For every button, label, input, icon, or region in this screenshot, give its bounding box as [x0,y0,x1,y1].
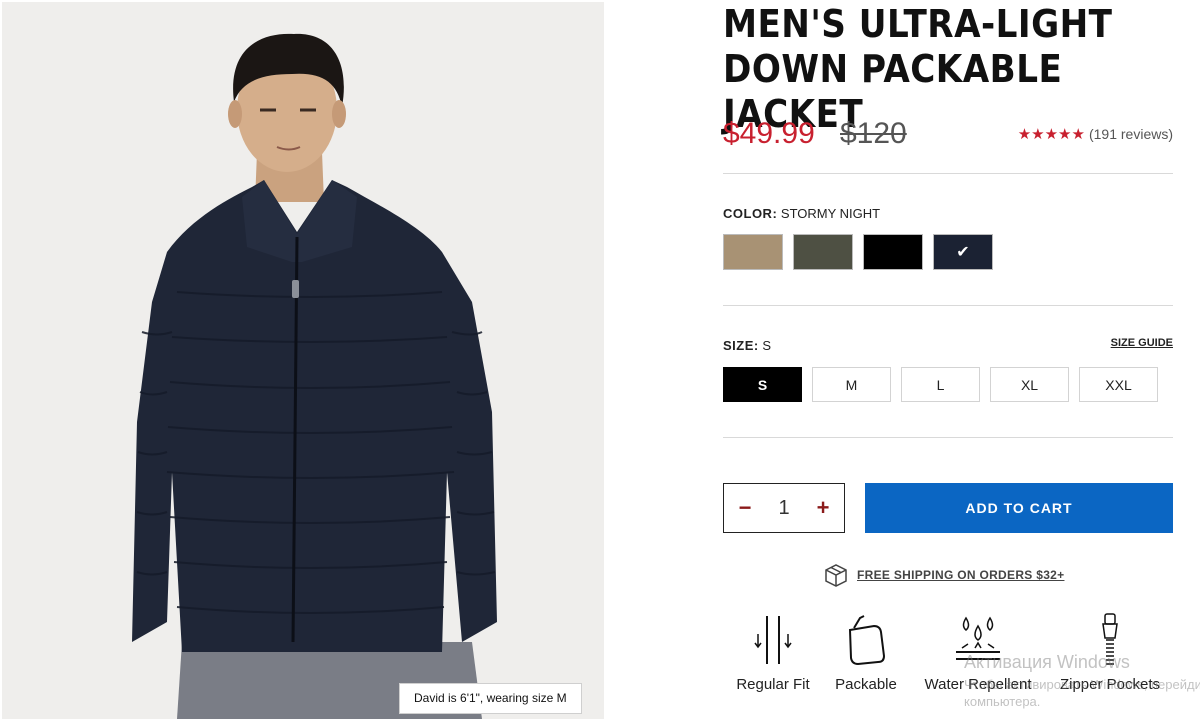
divider [723,437,1173,438]
feature-packable: Packable [811,612,921,693]
size-guide-link[interactable]: SIZE GUIDE [1111,337,1173,349]
color-swatch-olive[interactable] [793,234,853,270]
watermark-line-1: Чтобы активировать Windows, перейдите [964,677,1200,692]
decrease-quantity-button[interactable]: − [736,497,754,519]
color-label-key: COLOR: [723,206,778,221]
original-price: $120 [840,117,907,150]
selected-size: S [762,338,772,353]
quantity-stepper: − 1 + [723,483,845,533]
color-swatch-khaki[interactable] [723,234,783,270]
jacket-photo [132,33,497,719]
windows-activation-subtext: Чтобы активировать Windows, перейдите ко… [964,676,1200,710]
regular-fit-icon [754,616,792,664]
color-swatches: ✔ [723,234,993,270]
review-count-link[interactable]: (191 reviews) [1089,126,1173,142]
model-size-caption: David is 6'1", wearing size M [399,683,582,714]
rating[interactable]: ★★★★★ (191 reviews) [1018,125,1173,143]
size-option-xl[interactable]: XL [990,367,1069,402]
sale-price: $49.99 [723,117,815,150]
size-option-m[interactable]: M [812,367,891,402]
divider [723,305,1173,306]
quantity-value[interactable]: 1 [778,497,789,520]
size-label: SIZE: S [723,338,771,353]
price-row: $49.99 $120 ★★★★★ (191 reviews) [723,117,1173,157]
size-options: S M L XL XXL [723,367,1158,402]
increase-quantity-button[interactable]: + [814,497,832,519]
selected-color-name: STORMY NIGHT [780,206,881,221]
feature-label: Packable [835,676,897,693]
size-option-l[interactable]: L [901,367,980,402]
box-icon [825,564,847,587]
free-shipping-text: FREE SHIPPING ON ORDERS $32+ [857,568,1065,582]
size-option-s[interactable]: S [723,367,802,402]
divider [723,173,1173,174]
size-label-key: SIZE: [723,338,759,353]
watermark-line-2: компьютера. [964,694,1041,709]
color-swatch-stormy-night[interactable]: ✔ [933,234,993,270]
free-shipping-link[interactable]: FREE SHIPPING ON ORDERS $32+ [823,563,1064,587]
product-image[interactable]: David is 6'1", wearing size M [2,2,604,719]
add-to-cart-button[interactable]: ADD TO CART [865,483,1173,533]
checkmark-icon: ✔ [956,244,970,261]
packable-icon [848,615,886,666]
color-label: COLOR: STORMY NIGHT [723,206,880,221]
color-swatch-black[interactable] [863,234,923,270]
windows-activation-watermark: Активация Windows [964,652,1130,672]
size-option-xxl[interactable]: XXL [1079,367,1158,402]
star-rating-icon: ★★★★★ [1017,126,1085,143]
